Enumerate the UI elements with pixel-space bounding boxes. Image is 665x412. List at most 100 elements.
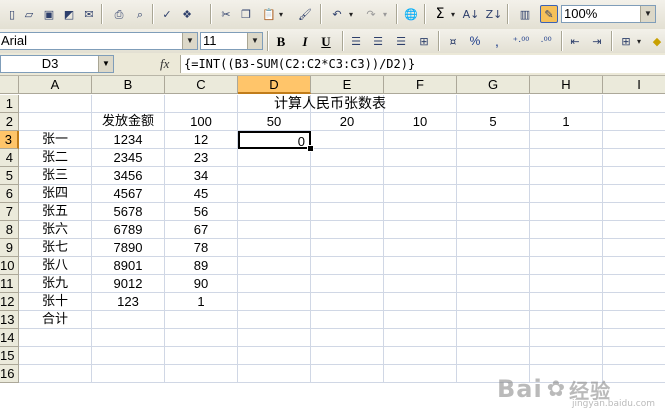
cell-b10[interactable]: 8901 bbox=[92, 257, 165, 275]
row-header-6[interactable]: 6 bbox=[0, 185, 19, 203]
cell-f12[interactable] bbox=[384, 293, 457, 311]
cell-f7[interactable] bbox=[384, 203, 457, 221]
cell-h4[interactable] bbox=[530, 149, 603, 167]
cell-d4[interactable] bbox=[238, 149, 311, 167]
cell-d14[interactable] bbox=[238, 329, 311, 347]
header-denomination[interactable]: 5 bbox=[457, 113, 530, 131]
zoom-combo[interactable]: 100% ▼ bbox=[561, 5, 656, 23]
cell-g14[interactable] bbox=[457, 329, 530, 347]
cell-b3[interactable]: 1234 bbox=[92, 131, 165, 149]
column-header-e[interactable]: E bbox=[311, 76, 384, 94]
save-icon[interactable]: ▣ bbox=[40, 5, 58, 23]
undo-dropdown-icon[interactable]: ▾ bbox=[349, 10, 353, 19]
cell-h1[interactable] bbox=[530, 95, 603, 113]
header-denomination[interactable]: 1 bbox=[530, 113, 603, 131]
chevron-down-icon[interactable]: ▼ bbox=[247, 33, 262, 49]
cell-b16[interactable] bbox=[92, 365, 165, 383]
cell-a3[interactable]: 张一 bbox=[19, 131, 92, 149]
cell-h9[interactable] bbox=[530, 239, 603, 257]
cell-d13[interactable] bbox=[238, 311, 311, 329]
cell-h15[interactable] bbox=[530, 347, 603, 365]
cell-b4[interactable]: 2345 bbox=[92, 149, 165, 167]
cell-e14[interactable] bbox=[311, 329, 384, 347]
currency-icon[interactable]: ¤ bbox=[444, 32, 462, 50]
cell-b8[interactable]: 6789 bbox=[92, 221, 165, 239]
increase-indent-icon[interactable]: ⇥ bbox=[588, 32, 606, 50]
cell-c3[interactable]: 12 bbox=[165, 131, 238, 149]
bold-button[interactable]: B bbox=[272, 33, 290, 50]
cell-b5[interactable]: 3456 bbox=[92, 167, 165, 185]
cell-a10[interactable]: 张八 bbox=[19, 257, 92, 275]
cell-d10[interactable] bbox=[238, 257, 311, 275]
cell-c12[interactable]: 1 bbox=[165, 293, 238, 311]
cell-e16[interactable] bbox=[311, 365, 384, 383]
cell-i14[interactable] bbox=[603, 329, 665, 347]
cell-a8[interactable]: 张六 bbox=[19, 221, 92, 239]
cell-h6[interactable] bbox=[530, 185, 603, 203]
cell-f14[interactable] bbox=[384, 329, 457, 347]
cell-f13[interactable] bbox=[384, 311, 457, 329]
font-name-combo[interactable]: Arial ▼ bbox=[0, 32, 198, 50]
chevron-down-icon[interactable]: ▼ bbox=[640, 6, 655, 22]
header-denomination[interactable]: 50 bbox=[238, 113, 311, 131]
insert-function-icon[interactable]: fx bbox=[160, 56, 169, 72]
align-left-icon[interactable]: ☰ bbox=[347, 32, 365, 50]
column-header-b[interactable]: B bbox=[92, 76, 165, 94]
cell-i12[interactable] bbox=[603, 293, 665, 311]
cell-a16[interactable] bbox=[19, 365, 92, 383]
cell-c7[interactable]: 56 bbox=[165, 203, 238, 221]
sort-descending-icon[interactable]: Z↓ bbox=[485, 5, 503, 23]
cell-f5[interactable] bbox=[384, 167, 457, 185]
print-preview-icon[interactable]: ⌕ bbox=[131, 5, 149, 23]
cell-e12[interactable] bbox=[311, 293, 384, 311]
cell-e8[interactable] bbox=[311, 221, 384, 239]
underline-button[interactable]: U bbox=[317, 33, 335, 50]
email-icon[interactable]: ✉ bbox=[80, 5, 98, 23]
paste-icon[interactable]: 📋 bbox=[260, 5, 278, 23]
cell-e3[interactable] bbox=[311, 131, 384, 149]
cell-g5[interactable] bbox=[457, 167, 530, 185]
cell-d11[interactable] bbox=[238, 275, 311, 293]
cell-f10[interactable] bbox=[384, 257, 457, 275]
cell-i3[interactable] bbox=[603, 131, 665, 149]
redo-dropdown-icon[interactable]: ▾ bbox=[383, 10, 387, 19]
column-header-h[interactable]: H bbox=[530, 76, 603, 94]
cell-f9[interactable] bbox=[384, 239, 457, 257]
align-center-icon[interactable]: ☰ bbox=[369, 32, 387, 50]
cell-i7[interactable] bbox=[603, 203, 665, 221]
cell-a14[interactable] bbox=[19, 329, 92, 347]
cell-d7[interactable] bbox=[238, 203, 311, 221]
cell-f4[interactable] bbox=[384, 149, 457, 167]
cell-g10[interactable] bbox=[457, 257, 530, 275]
cell-h5[interactable] bbox=[530, 167, 603, 185]
cell-d8[interactable] bbox=[238, 221, 311, 239]
cell-g15[interactable] bbox=[457, 347, 530, 365]
permission-icon[interactable]: ◩ bbox=[60, 5, 78, 23]
autosum-dropdown-icon[interactable]: ▾ bbox=[451, 10, 455, 19]
cell-e10[interactable] bbox=[311, 257, 384, 275]
row-header-16[interactable]: 16 bbox=[0, 365, 19, 383]
cell-h14[interactable] bbox=[530, 329, 603, 347]
column-header-g[interactable]: G bbox=[457, 76, 530, 94]
cell-d9[interactable] bbox=[238, 239, 311, 257]
cell-h12[interactable] bbox=[530, 293, 603, 311]
cell-e13[interactable] bbox=[311, 311, 384, 329]
row-header-15[interactable]: 15 bbox=[0, 347, 19, 365]
cell-b11[interactable]: 9012 bbox=[92, 275, 165, 293]
select-all-corner[interactable] bbox=[0, 76, 19, 94]
cell-h8[interactable] bbox=[530, 221, 603, 239]
cell-i2[interactable] bbox=[603, 113, 665, 131]
row-header-13[interactable]: 13 bbox=[0, 311, 19, 329]
row-header-7[interactable]: 7 bbox=[0, 203, 19, 221]
new-icon[interactable]: ▯ bbox=[3, 5, 21, 23]
cell-i15[interactable] bbox=[603, 347, 665, 365]
cell-a6[interactable]: 张四 bbox=[19, 185, 92, 203]
increase-decimal-button[interactable]: ⁺·⁰⁰ bbox=[510, 33, 532, 50]
cell-b9[interactable]: 7890 bbox=[92, 239, 165, 257]
cell-a11[interactable]: 张九 bbox=[19, 275, 92, 293]
copy-icon[interactable]: ❐ bbox=[237, 5, 255, 23]
row-header-11[interactable]: 11 bbox=[0, 275, 19, 293]
hyperlink-icon[interactable]: 🌐 bbox=[402, 5, 420, 23]
cell-h3[interactable] bbox=[530, 131, 603, 149]
cell-c16[interactable] bbox=[165, 365, 238, 383]
